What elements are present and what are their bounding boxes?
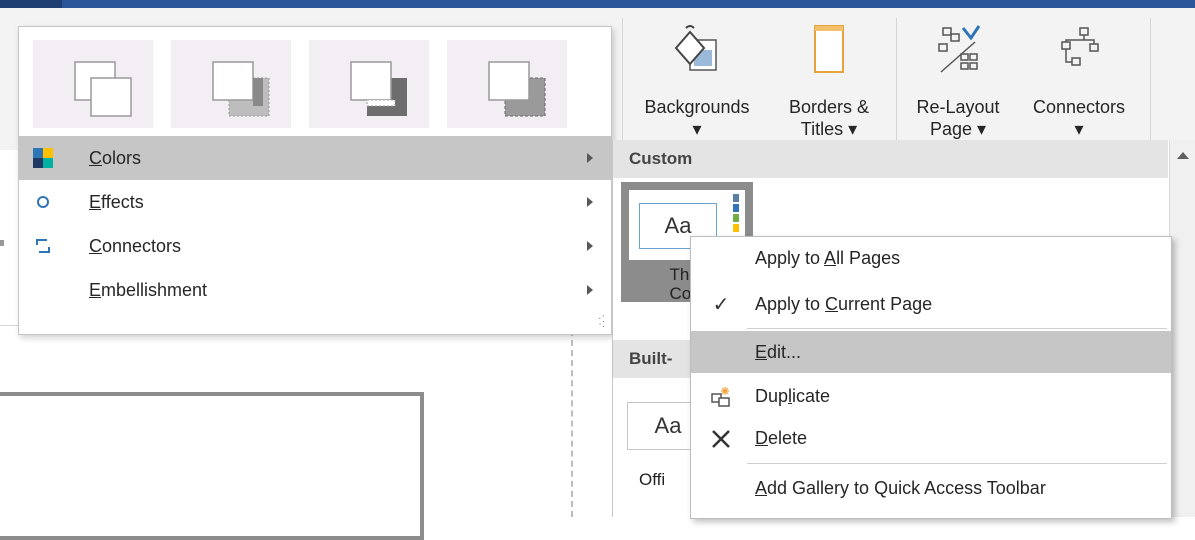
variant-gallery (19, 27, 611, 135)
custom-section-header: Custom (613, 140, 1168, 178)
re-layout-icon (938, 25, 981, 73)
delete-label: Delete (755, 428, 808, 448)
swatch-3 (733, 214, 739, 222)
page-guide-line (571, 330, 573, 517)
menu-separator (747, 328, 1167, 329)
apply-current-page-item[interactable]: ✓ Apply to Current Page (691, 283, 1171, 325)
backgrounds-button[interactable]: Backgrounds ▾ (628, 18, 766, 150)
title-bar (0, 0, 1195, 8)
apply-all-pages-item[interactable]: Apply to All Pages (691, 237, 1171, 279)
connectors-menu-item[interactable]: Connectors (19, 224, 611, 268)
connectors-ribbon-dropdown-icon: ▾ (1074, 119, 1084, 139)
add-gallery-to-qat-item[interactable]: Add Gallery to Quick Access Toolbar (691, 467, 1171, 509)
swatch-4 (733, 224, 739, 232)
backgrounds-icon (674, 25, 717, 71)
variant-1-icon (74, 61, 132, 117)
menu-separator (747, 463, 1167, 464)
title-bar-accent (0, 0, 62, 8)
variant-thumbnail[interactable] (309, 40, 429, 128)
duplicate-item[interactable]: Duplicate (691, 375, 1171, 417)
delete-x-icon (712, 430, 730, 448)
ribbon-separator (1150, 18, 1151, 144)
connectors-label: Connectors (89, 236, 182, 256)
canvas-shape[interactable] (0, 392, 424, 540)
office-tile-caption: Offi (639, 470, 666, 489)
variant-3-icon (350, 61, 407, 116)
variants-dropdown-menu: Colors Effects Connectors Embellishment … (18, 26, 612, 335)
effects-label: Effects (89, 192, 144, 212)
submenu-arrow-icon (587, 153, 593, 163)
swatch-1 (733, 194, 739, 202)
add-gallery-label: Add Gallery to Quick Access Toolbar (755, 478, 1046, 498)
variant-thumbnail[interactable] (33, 40, 153, 128)
connectors-ribbon-button[interactable]: Connectors ▾ (1016, 18, 1142, 150)
gallery-scrollbar[interactable] (1169, 140, 1195, 517)
ribbon-separator (622, 18, 623, 144)
re-layout-page-button[interactable]: Re-Layout Page ▾ (900, 18, 1016, 150)
submenu-arrow-icon (587, 285, 593, 295)
duplicate-icon (711, 387, 730, 407)
re-layout-label: Re-Layout (916, 97, 1000, 117)
scroll-up-icon[interactable] (1177, 152, 1189, 159)
apply-all-pages-label: Apply to All Pages (755, 248, 901, 268)
variant-4-icon (488, 61, 546, 117)
borders-titles-label2: Titles ▾ (800, 119, 858, 139)
submenu-arrow-icon (587, 241, 593, 251)
swatch-2 (733, 204, 739, 212)
colors-label: Colors (89, 148, 142, 168)
borders-titles-button[interactable]: Borders & Titles ▾ (770, 18, 888, 150)
edit-item[interactable]: Edit... (691, 331, 1171, 373)
connector-icon (36, 239, 50, 253)
backgrounds-label: Backgrounds (644, 97, 750, 117)
ribbon-separator (896, 18, 897, 144)
effects-menu-item[interactable]: Effects (19, 180, 611, 224)
embellishment-menu-item[interactable]: Embellishment (19, 268, 611, 312)
re-layout-label2: Page ▾ (929, 119, 987, 139)
checkmark-icon: ✓ (712, 294, 730, 316)
apply-current-page-label: Apply to Current Page (755, 294, 933, 314)
variant-thumbnail[interactable] (447, 40, 567, 128)
delete-item[interactable]: Delete (691, 417, 1171, 459)
borders-titles-icon (814, 25, 844, 73)
connectors-ribbon-icon (1061, 27, 1099, 66)
colors-menu-item[interactable]: Colors (19, 136, 611, 180)
resize-grip-icon[interactable]: .· ·: (598, 311, 605, 330)
backgrounds-dropdown-icon: ▾ (692, 119, 702, 139)
effects-circle-icon (37, 196, 49, 208)
color-squares-icon (33, 148, 53, 168)
submenu-arrow-icon (587, 197, 593, 207)
duplicate-label: Duplicate (755, 386, 831, 406)
context-menu: Apply to All Pages ✓ Apply to Current Pa… (690, 236, 1172, 519)
variant-2-icon (212, 61, 270, 117)
embellishment-label: Embellishment (89, 280, 208, 300)
connectors-ribbon-label: Connectors (1032, 97, 1126, 117)
edit-label: Edit... (755, 342, 802, 362)
variant-thumbnail[interactable] (171, 40, 291, 128)
ruler-tick (0, 240, 4, 246)
borders-titles-label: Borders & (788, 97, 870, 117)
